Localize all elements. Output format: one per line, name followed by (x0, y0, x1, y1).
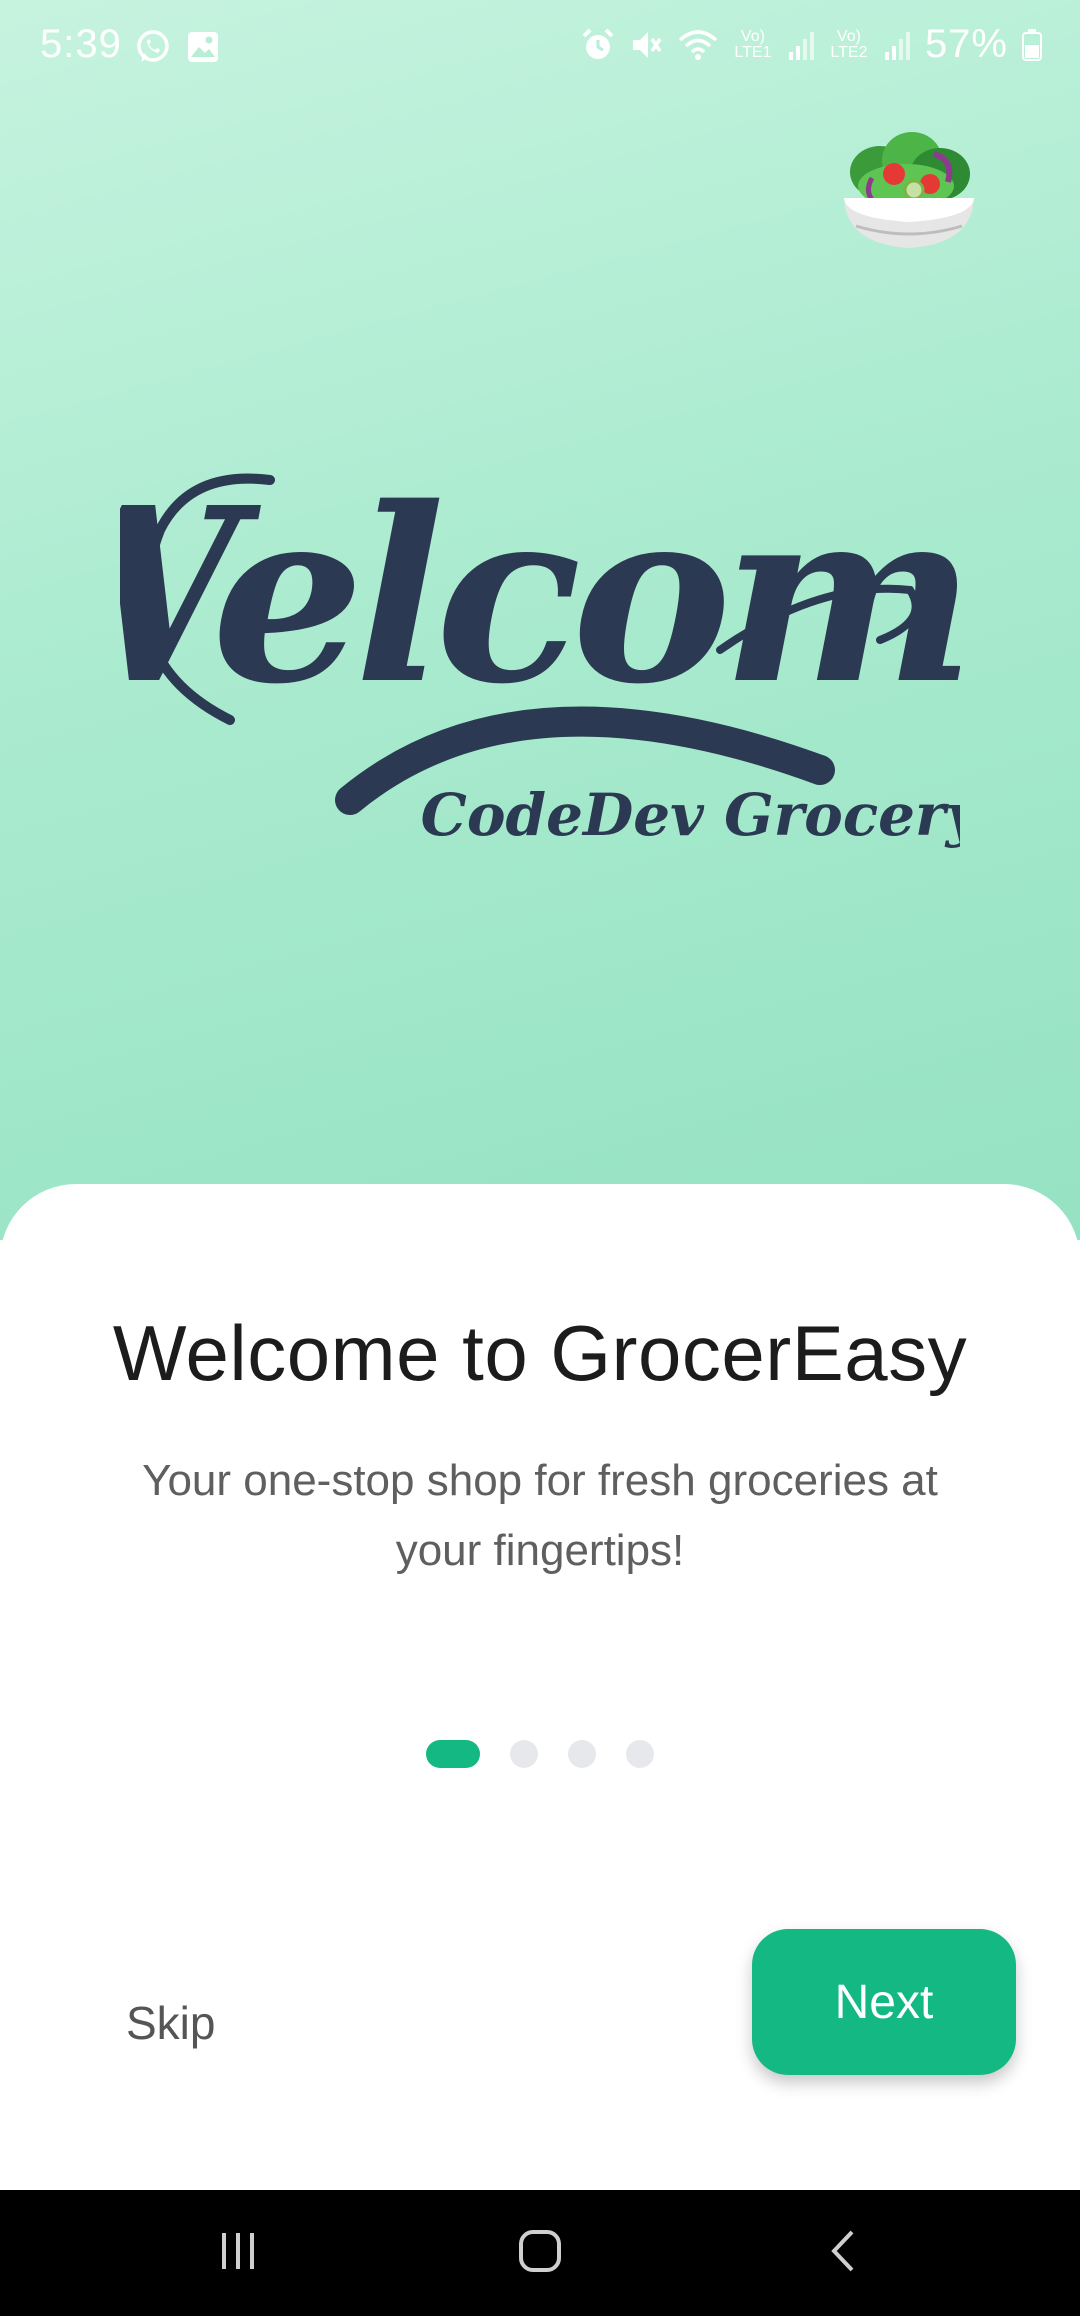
sim1-label: Vo) LTE1 (734, 27, 772, 61)
signal-icon-1 (787, 30, 815, 60)
onboarding-title: Welcome to GrocerEasy (112, 1309, 968, 1397)
logo-tagline: CodeDev Grocery (421, 781, 960, 849)
battery-percent: 57% (924, 22, 1008, 66)
salad-bowl-icon (836, 126, 982, 256)
page-dot-3 (568, 1740, 596, 1768)
system-nav-bar (0, 2190, 1080, 2316)
page-dot-2 (510, 1740, 538, 1768)
back-button[interactable] (784, 2190, 904, 2316)
recent-apps-button[interactable] (178, 2190, 298, 2316)
home-icon (517, 2228, 563, 2279)
sim2-label: Vo) LTE2 (830, 27, 868, 61)
mute-icon (629, 28, 663, 62)
logo-word: Welcome (120, 455, 960, 737)
skip-button[interactable]: Skip (106, 1986, 235, 2060)
next-button[interactable]: Next (752, 1929, 1016, 2075)
signal-icon-2 (883, 30, 911, 60)
status-left-icons (134, 28, 220, 71)
wifi-icon (677, 28, 719, 62)
onboarding-card: Welcome to GrocerEasy Your one-stop shop… (0, 1184, 1080, 2190)
recent-apps-icon (216, 2229, 260, 2278)
page-dot-4 (626, 1740, 654, 1768)
alarm-icon (581, 28, 615, 62)
battery-icon (1022, 28, 1042, 61)
welcome-logo: Welcome CodeDev Grocery (0, 380, 1080, 880)
onboarding-subtitle: Your one-stop shop for fresh groceries a… (142, 1456, 938, 1575)
status-time: 5:39 (40, 22, 122, 66)
gallery-icon (186, 30, 220, 69)
home-button[interactable] (480, 2190, 600, 2316)
status-bar: 5:39 Vo) LTE1 Vo) LTE2 57% (0, 0, 1080, 96)
whatsapp-icon (134, 28, 172, 71)
page-indicator (0, 1740, 1080, 1768)
status-right-icons: Vo) LTE1 Vo) LTE2 57% (581, 22, 1042, 67)
page-dot-1-active (426, 1740, 480, 1768)
back-icon (824, 2228, 864, 2279)
